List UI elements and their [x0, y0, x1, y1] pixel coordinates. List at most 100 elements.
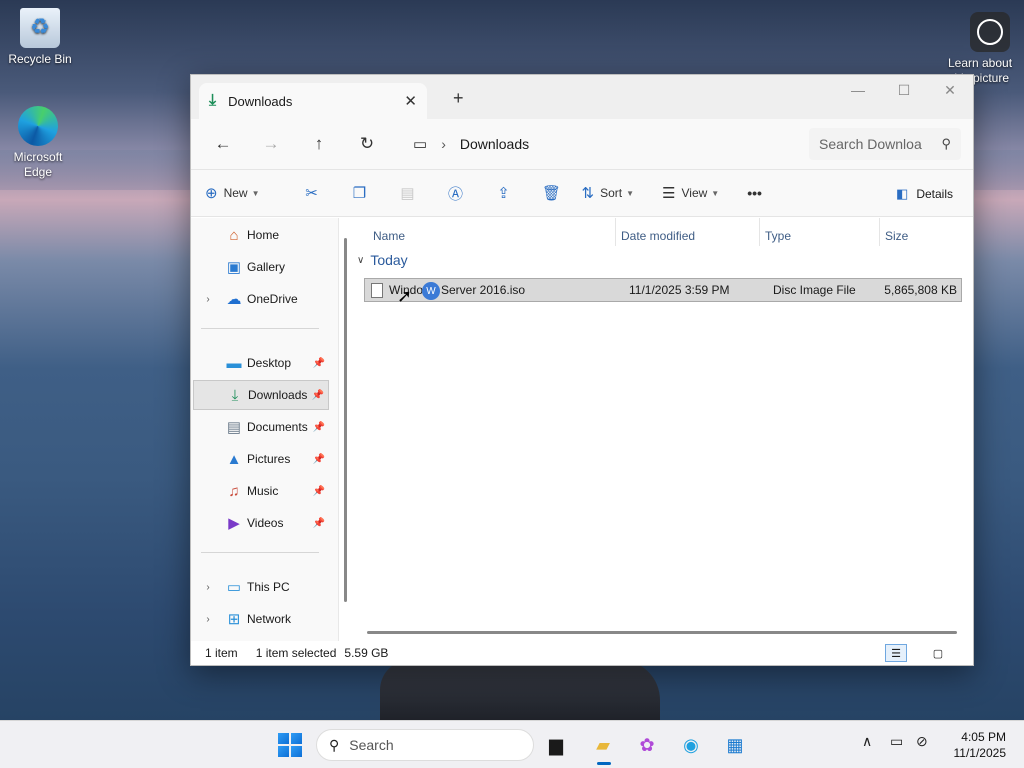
new-tab-button[interactable]: +	[453, 88, 464, 109]
copilot-icon[interactable]: ✿	[633, 731, 661, 759]
navigation-pane: ⌂ Home ▣ Gallery › ☁ OneDrive ▬ Desktop 📌…	[191, 218, 347, 642]
more-options-button[interactable]: •••	[747, 185, 762, 201]
sidebar-item-desktop[interactable]: ▬ Desktop 📌	[193, 348, 329, 378]
plus-circle-icon: ⊕	[205, 185, 218, 202]
file-explorer-icon[interactable]: ▰	[589, 731, 617, 765]
task-view-icon[interactable]: ▆	[542, 731, 570, 759]
new-button[interactable]: ⊕ New ▼	[205, 184, 260, 202]
view-icon: ☰	[662, 185, 676, 202]
minimize-button[interactable]: —	[835, 75, 881, 105]
address-bar: ← → ↑ ↻ ▭ › Downloads Search Downloa ⚲	[191, 119, 973, 169]
status-item-count: 1 item	[205, 646, 238, 660]
horizontal-scrollbar[interactable]	[367, 631, 957, 634]
column-header-type[interactable]: Type	[765, 224, 791, 248]
pin-icon: 📌	[312, 485, 325, 497]
file-list: Name Date modified Type Size ∨ Today Win…	[347, 218, 973, 642]
column-header-name[interactable]: Name	[373, 224, 405, 248]
onedrive-icon: ☁	[226, 291, 242, 308]
sort-icon: ⇅	[581, 185, 595, 202]
chevron-right-icon[interactable]: ›	[193, 582, 223, 593]
home-icon: ⌂	[229, 226, 239, 244]
sidebar-item-this-pc[interactable]: › ▭ This PC	[193, 572, 329, 602]
delete-button[interactable]: 🗑	[528, 184, 576, 202]
sidebar-item-music[interactable]: ♫ Music 📌	[193, 476, 329, 506]
status-selected: 1 item selected	[255, 646, 337, 660]
sidebar-item-home[interactable]: ⌂ Home	[193, 220, 329, 250]
taskbar-search[interactable]: ⚲ Search	[316, 729, 534, 761]
column-separator	[759, 218, 760, 246]
details-button[interactable]: ◧ Details	[896, 186, 953, 202]
back-button[interactable]: ←	[199, 134, 247, 154]
column-header-date[interactable]: Date modified	[621, 224, 695, 248]
rename-button[interactable]: Ⓐ	[432, 183, 480, 204]
sidebar-item-videos[interactable]: ▶ Videos 📌	[193, 508, 329, 538]
chevron-up-icon[interactable]: ∧	[862, 733, 872, 750]
mouse-cursor-icon: ➚	[397, 286, 413, 306]
copy-button[interactable]: ❐	[336, 184, 384, 202]
network-status-icon[interactable]: ▭	[890, 733, 903, 750]
tab-downloads[interactable]: ⤓ Downloads ✕	[199, 83, 427, 119]
refresh-button[interactable]: ↻	[343, 134, 391, 154]
file-row[interactable]: Windo Server 2016.iso 11/1/2025 3:59 PM …	[364, 278, 962, 302]
paste-button[interactable]: ▤	[384, 184, 432, 202]
details-view-icon[interactable]: ☰	[885, 644, 907, 662]
edge-icon	[18, 106, 58, 146]
start-button[interactable]	[278, 733, 302, 757]
pictures-icon: ▲	[226, 450, 242, 468]
close-window-button[interactable]: ✕	[927, 75, 973, 105]
up-button[interactable]: ↑	[295, 134, 343, 154]
desktop-icon-edge[interactable]: Microsoft Edge	[2, 106, 74, 180]
desktop-icon: ▬	[226, 354, 242, 372]
network-icon: ⊞	[227, 611, 241, 628]
store-icon[interactable]: ▦	[721, 731, 749, 759]
sidebar-item-gallery[interactable]: ▣ Gallery	[193, 252, 329, 282]
cut-button[interactable]: ✂	[288, 184, 336, 202]
status-bar: 1 item 1 item selected 5.59 GB ☰ ▢	[191, 641, 973, 665]
chevron-down-icon: ▼	[251, 188, 260, 198]
disc-image-icon	[371, 283, 383, 298]
gallery-icon: ▣	[226, 259, 242, 276]
chevron-right-icon[interactable]: ›	[441, 136, 446, 152]
forward-button[interactable]: →	[247, 134, 295, 154]
clock[interactable]: 4:05 PM 11/1/2025	[954, 729, 1007, 761]
sidebar-item-documents[interactable]: ▤ Documents 📌	[193, 412, 329, 442]
edge-icon[interactable]: ◉	[677, 731, 705, 759]
sidebar-item-network[interactable]: › ⊞ Network	[193, 604, 329, 634]
breadcrumb[interactable]: ▭ › Downloads	[401, 128, 791, 160]
group-header-today[interactable]: ∨ Today	[357, 252, 408, 268]
tab-title: Downloads	[228, 93, 293, 109]
sidebar-item-onedrive[interactable]: › ☁ OneDrive	[193, 284, 329, 314]
desktop-icon-recycle-bin[interactable]: Recycle Bin	[2, 8, 78, 66]
share-button[interactable]: ⇪	[480, 184, 528, 202]
desktop-icon-label: Recycle Bin	[8, 52, 72, 66]
divider	[201, 552, 319, 553]
pin-icon: 📌	[312, 453, 325, 465]
divider	[201, 328, 319, 329]
close-tab-icon[interactable]: ✕	[404, 92, 417, 110]
tiles-view-icon[interactable]: ▢	[927, 644, 949, 662]
file-name-end: Server 2016.iso	[441, 283, 526, 297]
chevron-right-icon[interactable]: ›	[193, 614, 223, 625]
videos-icon: ▶	[228, 515, 240, 532]
sidebar-item-downloads[interactable]: ⤓ Downloads 📌	[193, 380, 329, 410]
maximize-button[interactable]: ☐	[881, 75, 927, 105]
title-bar: ⤓ Downloads ✕ + — ☐ ✕	[191, 75, 973, 119]
search-input[interactable]: Search Downloa ⚲	[809, 128, 961, 160]
details-pane-icon: ◧	[896, 186, 909, 201]
music-icon: ♫	[228, 482, 240, 500]
pin-icon: 📌	[312, 357, 325, 369]
wallpaper-rock	[380, 660, 660, 722]
breadcrumb-item[interactable]: Downloads	[460, 136, 529, 152]
command-bar: ⊕ New ▼ ✂ ❐ ▤ Ⓐ ⇪ 🗑 ⇅ Sort ▼ ☰ View ▼ ••…	[191, 169, 973, 217]
file-type: Disc Image File	[773, 283, 856, 297]
chevron-right-icon[interactable]: ›	[193, 294, 223, 305]
column-header-size[interactable]: Size	[885, 224, 908, 248]
file-date: 11/1/2025 3:59 PM	[629, 283, 730, 297]
sidebar-item-pictures[interactable]: ▲ Pictures 📌	[193, 444, 329, 474]
downloads-icon: ⤓	[231, 386, 239, 404]
volume-muted-icon[interactable]: ⊘	[916, 733, 928, 750]
sort-button[interactable]: ⇅ Sort ▼	[582, 184, 635, 202]
recycle-bin-icon	[20, 8, 60, 48]
view-button[interactable]: ☰ View ▼	[662, 184, 719, 202]
documents-icon: ▤	[226, 419, 242, 436]
